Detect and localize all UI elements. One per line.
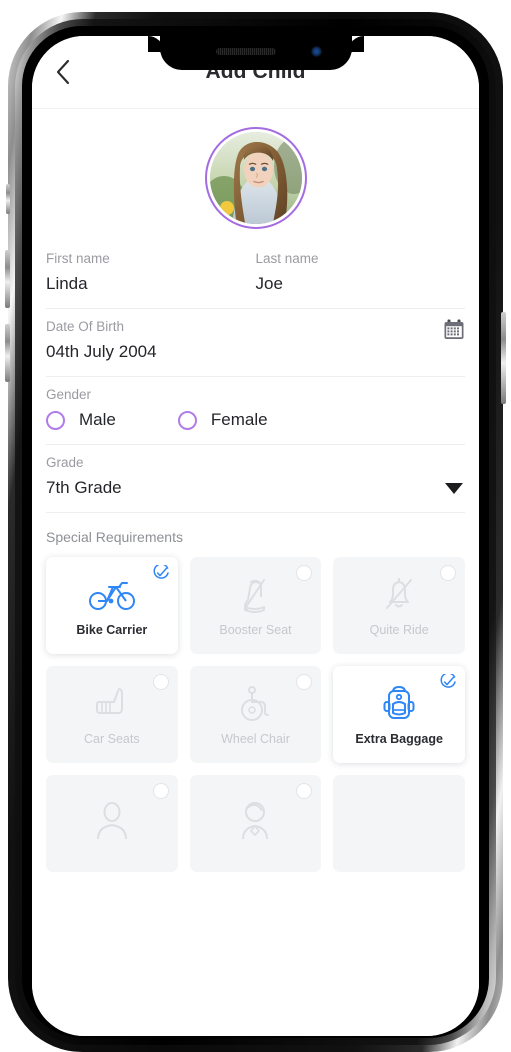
first-name-field[interactable]: First name Linda [46,251,256,294]
requirement-card-bike-carrier[interactable]: Bike Carrier [46,557,178,654]
gender-option-female[interactable]: Female [177,410,268,430]
avatar-photo [209,132,302,224]
calendar-picker-button[interactable] [443,319,465,341]
grade-field[interactable]: Grade 7th Grade [46,455,465,498]
radio-circle-icon [296,783,313,799]
requirement-label: Bike Carrier [76,622,148,637]
car-seat-icon [94,684,130,724]
requirement-card-row3-1[interactable] [46,775,178,872]
calendar-icon [444,319,464,339]
backpack-icon [382,684,416,724]
grade-row: Grade 7th Grade [46,445,465,513]
app-screen-add-child: Add Child First name Linda Last name Joe… [32,36,479,1036]
check-circle-icon [153,563,169,581]
date-of-birth-label: Date Of Birth [46,319,125,334]
gender-label: Gender [46,387,92,402]
requirement-card-row3-2[interactable] [189,775,322,872]
gender-radio-group: Male Female [46,410,465,430]
volume-down-button[interactable] [5,324,10,382]
booster-seat-icon [238,575,272,615]
last-name-value: Joe [255,274,283,293]
caret-down-icon[interactable] [445,483,463,494]
first-name-value: Linda [46,274,88,293]
radio-circle-icon [152,783,169,799]
power-button[interactable] [501,312,506,404]
requirement-label: Car Seats [84,731,140,746]
chevron-left-icon [56,59,70,85]
form-content: First name Linda Last name Joe Date Of B… [32,109,479,872]
requirement-label: Quite Ride [369,622,429,637]
date-of-birth-row: Date Of Birth 04th July 2004 [46,309,465,377]
name-row: First name Linda Last name Joe [46,241,465,309]
requirement-card-extra-baggage[interactable]: Extra Baggage [333,666,465,763]
gender-field: Gender Male Female [46,387,465,430]
volume-up-button[interactable] [5,250,10,308]
gender-option-male[interactable]: Male [46,410,116,430]
person-icon [94,800,130,840]
requirement-card-quite-ride[interactable]: Quite Ride [333,557,465,654]
front-camera-icon [310,46,322,57]
requirement-card-car-seats[interactable]: Car Seats [46,666,178,763]
requirement-label: Wheel Chair [221,731,290,746]
requirement-label: Booster Seat [219,622,292,637]
requirement-card-booster-seat[interactable]: Booster Seat [189,557,322,654]
first-name-label: First name [46,251,110,266]
phone-mockup: Add Child First name Linda Last name Joe… [5,12,506,1052]
wheelchair-icon [237,684,273,724]
device-notch [159,36,352,70]
grade-value: 7th Grade [46,478,122,497]
requirement-label: Extra Baggage [355,731,443,746]
last-name-field[interactable]: Last name Joe [256,251,466,294]
gender-label-female: Female [210,410,268,429]
radio-icon-male [46,410,65,430]
radio-circle-icon [440,565,456,581]
avatar[interactable] [204,127,307,229]
child-photo-illustration [209,132,302,224]
gender-label-male: Male [79,410,116,429]
mute-switch-button[interactable] [6,184,10,214]
date-of-birth-field[interactable]: Date Of Birth 04th July 2004 [46,319,465,362]
date-of-birth-value: 04th July 2004 [46,342,157,361]
grade-label: Grade [46,455,84,470]
radio-circle-icon [296,565,313,581]
special-requirements-title: Special Requirements [46,529,183,545]
last-name-label: Last name [255,251,319,266]
person-female-icon [237,800,273,840]
gender-row: Gender Male Female [46,377,465,445]
check-circle-icon [440,672,456,690]
bicycle-icon [88,575,135,615]
radio-icon-female [177,410,197,430]
requirement-card-row3-3[interactable] [333,775,465,872]
radio-circle-icon [152,674,169,690]
avatar-container [46,109,465,241]
earpiece-speaker-icon [215,48,276,55]
requirement-card-wheel-chair[interactable]: Wheel Chair [189,666,322,763]
back-button[interactable] [46,55,80,89]
radio-circle-icon [296,674,313,690]
phone-screen: Add Child First name Linda Last name Joe… [32,36,479,1036]
bell-off-icon [382,575,416,615]
special-requirements-grid: Bike Carrier Booster Seat Quite Ride Car… [46,557,465,872]
